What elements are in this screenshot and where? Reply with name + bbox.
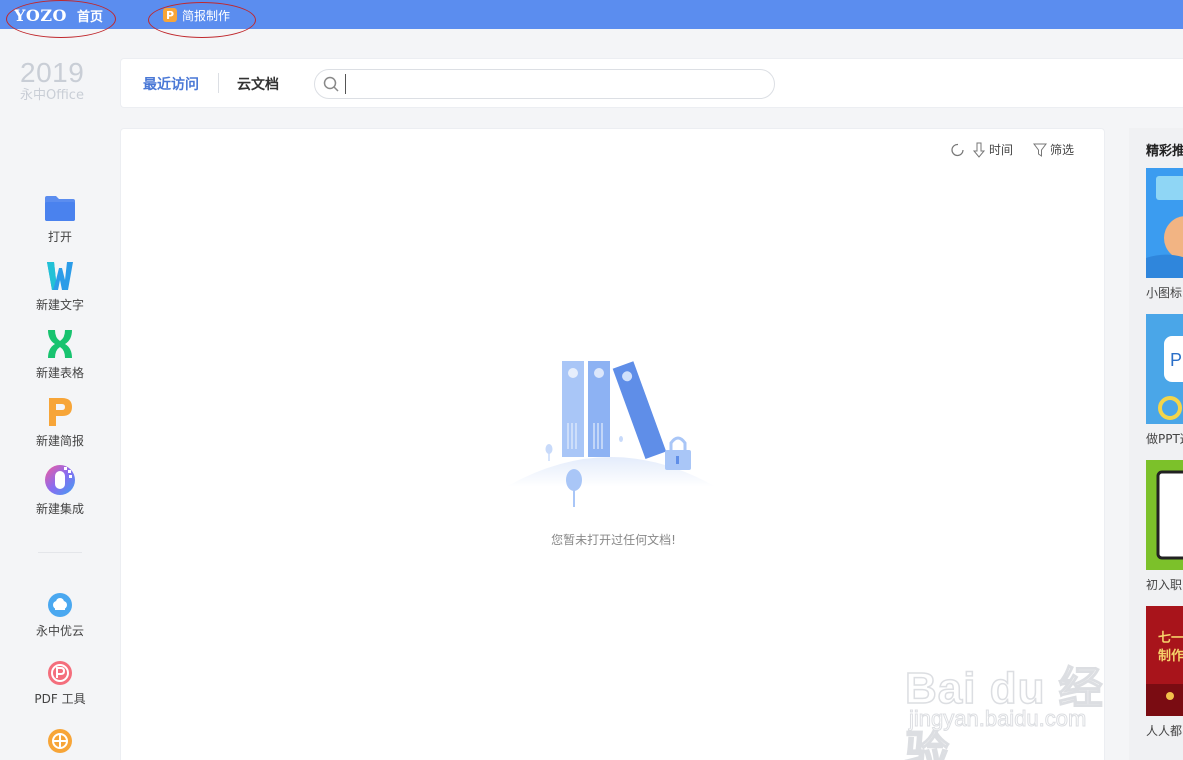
tab-recent[interactable]: 最近访问 <box>143 74 199 94</box>
sidebar-item-new-word[interactable]: 新建文字 <box>0 260 120 320</box>
filter-label: 筛选 <box>1049 143 1074 157</box>
recommend-card-image <box>1146 460 1183 570</box>
recommend-caption: 人人都 <box>1146 724 1183 738</box>
recommend-card-text: 七一 制作 <box>1158 631 1183 664</box>
sort-time-button[interactable]: 时间 <box>972 141 1013 158</box>
sidebar-item-label: 新建表格 <box>35 366 84 380</box>
recommend-card[interactable]: PP <box>1146 314 1183 424</box>
empty-state-message: 您暂未打开过任何文档! <box>551 533 676 547</box>
sidebar-item-yozo-cloud[interactable]: 永中优云 <box>0 590 120 650</box>
sidebar-item-label: 永中优云 <box>35 624 84 638</box>
tab-separator <box>218 73 219 93</box>
search-box[interactable] <box>314 69 775 99</box>
yozo-logo: YOZO <box>14 5 67 25</box>
sidebar-item-open[interactable]: 打开 <box>0 192 120 252</box>
integration-icon <box>44 464 76 496</box>
document-tab[interactable]: P 简报制作 <box>163 6 230 24</box>
recommend-card-image: PP <box>1146 314 1183 424</box>
recommend-card[interactable]: 七一 制作 <box>1146 606 1183 716</box>
pdf-icon <box>47 660 73 686</box>
sidebar-item-label: 新建简报 <box>35 434 84 448</box>
document-tab-label: 简报制作 <box>182 8 231 23</box>
orange-app-icon <box>47 728 73 754</box>
slides-p-icon: P <box>163 8 177 22</box>
navigation-bar: 最近访问 云文档 <box>120 58 1183 108</box>
recommend-card[interactable] <box>1146 460 1183 570</box>
sidebar-divider <box>38 552 82 553</box>
sort-time-label: 时间 <box>988 143 1013 157</box>
recent-files-panel: 时间 筛选 您暂未打开过任何文档! <box>120 128 1105 760</box>
filter-icon <box>1032 143 1047 157</box>
cloud-icon <box>47 592 73 618</box>
recommend-card-image <box>1146 168 1183 278</box>
sidebar-item-new-integration[interactable]: 新建集成 <box>0 464 120 524</box>
search-icon <box>323 76 339 92</box>
refresh-icon <box>951 143 964 156</box>
filter-button[interactable]: 筛选 <box>1032 141 1074 158</box>
arrow-down-icon <box>972 142 986 158</box>
word-w-icon <box>44 260 76 292</box>
sidebar-item-more[interactable] <box>0 726 120 760</box>
sidebar-item-label: PDF 工具 <box>34 692 86 706</box>
slides-p-icon <box>44 396 76 428</box>
title-bar: YOZO 首页 P 简报制作 <box>0 0 1183 29</box>
svg-text:PP: PP <box>1170 350 1183 370</box>
product-mark: 2019 永中Office <box>20 58 94 104</box>
product-name: 永中Office <box>20 88 84 103</box>
refresh-button[interactable] <box>950 142 966 158</box>
recommend-caption: 小图标 <box>1146 286 1183 300</box>
folder-icon <box>44 192 76 224</box>
recommend-panel: 精彩推荐 小图标 PP 做PPT这 初入职 七一 制作 人人都 <box>1129 128 1183 760</box>
recommend-card[interactable] <box>1146 168 1183 278</box>
sidebar-item-label: 新建集成 <box>35 502 84 516</box>
sidebar-item-new-slides[interactable]: 新建简报 <box>0 396 120 456</box>
sidebar-item-new-sheet[interactable]: 新建表格 <box>0 328 120 388</box>
sidebar-item-label: 新建文字 <box>35 298 84 312</box>
home-tab[interactable]: YOZO 首页 <box>14 4 103 26</box>
sheet-x-icon <box>44 328 76 360</box>
product-year: 2019 <box>20 57 85 88</box>
recommend-caption: 初入职 <box>1146 578 1183 592</box>
sidebar-item-pdf-tools[interactable]: PDF 工具 <box>0 658 120 718</box>
tab-cloud-docs[interactable]: 云文档 <box>237 74 279 94</box>
sidebar-item-label: 打开 <box>47 230 72 244</box>
empty-state-illustration <box>506 361 716 507</box>
recommend-caption: 做PPT这 <box>1146 432 1183 446</box>
search-input[interactable] <box>345 74 765 94</box>
home-tab-label: 首页 <box>76 9 103 25</box>
recommend-title: 精彩推荐 <box>1146 144 1183 159</box>
file-toolbar: 时间 筛选 <box>950 141 1074 158</box>
